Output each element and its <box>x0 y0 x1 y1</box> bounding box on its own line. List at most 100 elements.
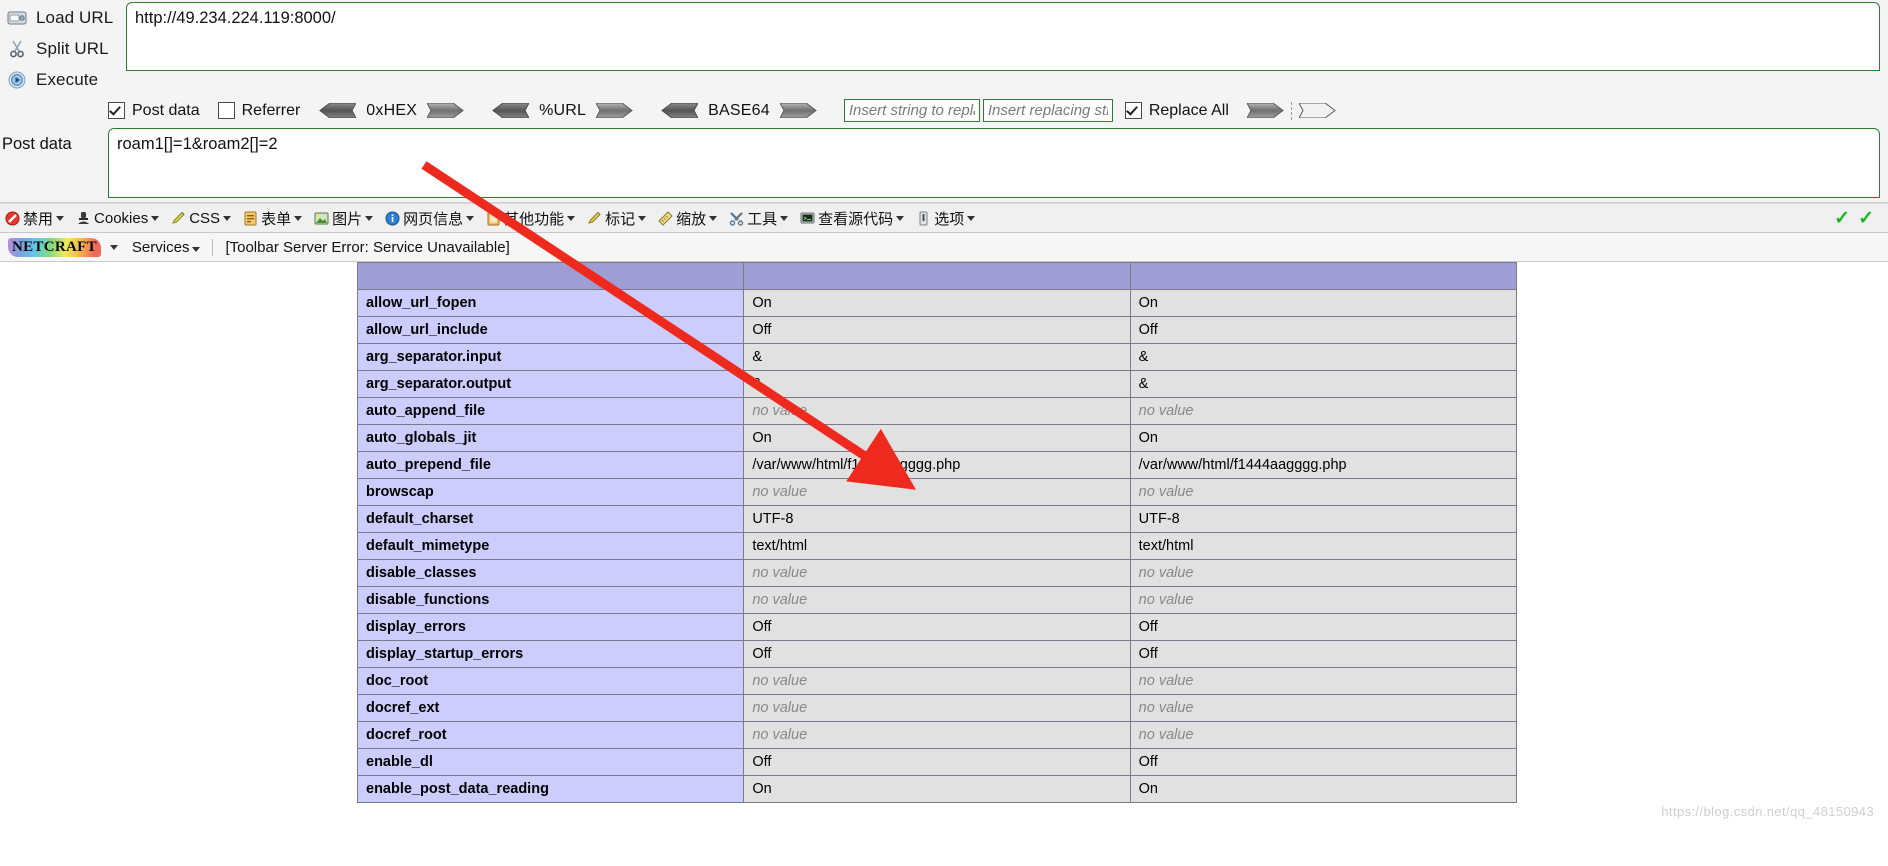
netcraft-services-menu[interactable]: Services <box>132 239 201 256</box>
devbar-item-information[interactable]: 网页信息 <box>384 208 475 229</box>
table-row: allow_url_include Off Off <box>356 316 1518 344</box>
directive-name-cell: display_startup_errors <box>356 640 745 668</box>
table-row: enable_post_data_reading On On <box>356 775 1518 803</box>
directive-name-cell: arg_separator.output <box>356 370 745 398</box>
url-row: Load URL Split URL Execute http://49.234… <box>0 0 1888 95</box>
master-value-cell: Off <box>1129 316 1518 344</box>
master-value-cell: On <box>1129 289 1518 317</box>
devbar-label-outline: 标记 <box>605 210 636 228</box>
table-row: display_startup_errors Off Off <box>356 640 1518 668</box>
devbar-item-viewsource[interactable]: 查看源代码 <box>799 208 905 229</box>
url-input[interactable]: http://49.234.224.119:8000/ <box>126 2 1880 71</box>
netcraft-logo: NETCRAFT <box>8 237 101 257</box>
table-row: doc_root no value no value <box>356 667 1518 695</box>
referrer-checkbox[interactable]: Referrer <box>217 102 300 120</box>
url-encode-icon[interactable] <box>595 102 634 119</box>
table-row: arg_separator.output & & <box>356 370 1518 398</box>
cookies-icon <box>75 210 91 226</box>
base64-encode-icon[interactable] <box>778 102 818 119</box>
chevron-down-icon[interactable] <box>109 244 118 250</box>
local-value-cell: no value <box>743 694 1131 722</box>
execute-icon <box>6 69 28 91</box>
devbar-label-options: 选项 <box>934 210 965 228</box>
master-value-cell: On <box>1129 775 1518 803</box>
devbar-item-options[interactable]: 选项 <box>915 208 976 229</box>
devbar-item-disable[interactable]: 禁用 <box>4 208 65 229</box>
local-value-cell: & <box>743 370 1131 398</box>
table-row: default_charset UTF-8 UTF-8 <box>356 505 1518 533</box>
header-cell-local <box>743 262 1131 290</box>
url-decode-icon[interactable] <box>491 102 530 119</box>
directive-name-cell: docref_ext <box>356 694 745 722</box>
master-value-cell: Off <box>1129 748 1518 776</box>
chevron-down-icon <box>567 215 576 221</box>
post-data-checkbox[interactable]: Post data <box>108 102 200 120</box>
master-value-cell: no value <box>1129 721 1518 749</box>
devbar-label-misc: 其他功能 <box>504 210 565 228</box>
hackbar-options-row: Post data Referrer 0xHEX %URL BASE64 Ins… <box>0 95 1888 126</box>
devbar-label-css: CSS <box>189 209 221 227</box>
devbar-item-cookies[interactable]: Cookies <box>75 209 160 227</box>
local-value-cell: no value <box>743 721 1131 749</box>
hex-label: 0xHEX <box>366 101 418 119</box>
master-value-cell: & <box>1129 343 1518 371</box>
directive-name-cell: auto_prepend_file <box>356 451 745 479</box>
check-icon[interactable]: ✓ <box>1858 209 1874 228</box>
hex-decode-icon[interactable] <box>318 102 358 119</box>
devbar-item-images[interactable]: 图片 <box>313 208 374 229</box>
base64-encoder-group: BASE64 <box>660 102 818 120</box>
local-value-cell: /var/www/html/f1444aagggg.php <box>743 451 1131 479</box>
master-value-cell: no value <box>1129 586 1518 614</box>
post-data-checkbox-box[interactable] <box>108 102 125 119</box>
chevron-down-icon <box>223 215 232 221</box>
devbar-label-information: 网页信息 <box>403 210 464 228</box>
devbar-item-resize[interactable]: 缩放 <box>657 208 718 229</box>
split-url-label: Split URL <box>36 38 109 58</box>
load-url-button[interactable]: Load URL <box>0 2 124 33</box>
local-value-cell: Off <box>743 748 1131 776</box>
devbar-item-forms[interactable]: 表单 <box>242 208 303 229</box>
table-row: browscap no value no value <box>356 478 1518 506</box>
local-value-cell: no value <box>743 586 1131 614</box>
replace-all-checkbox[interactable]: Replace All <box>1124 101 1229 120</box>
execute-button[interactable]: Execute <box>0 64 124 95</box>
devbar-item-outline[interactable]: 标记 <box>586 208 647 229</box>
replace-apply-icon[interactable] <box>1246 102 1285 119</box>
chevron-down-icon <box>365 215 374 221</box>
tools-icon <box>728 210 744 226</box>
post-data-input[interactable]: roam1[]=1&roam2[]=2 <box>108 128 1880 198</box>
replace-to-input[interactable] <box>982 99 1113 122</box>
post-data-checkbox-label: Post data <box>132 101 200 119</box>
info-icon <box>384 210 400 226</box>
viewsource-icon <box>799 210 815 226</box>
base64-label: BASE64 <box>708 101 770 119</box>
replace-from-input[interactable] <box>843 99 980 122</box>
split-url-button[interactable]: Split URL <box>0 33 124 64</box>
devbar-item-css[interactable]: CSS <box>170 209 232 227</box>
toolbar-divider <box>1290 101 1293 120</box>
hex-encode-icon[interactable] <box>426 102 465 119</box>
devbar-label-forms: 表单 <box>261 210 292 228</box>
split-url-icon <box>6 38 28 60</box>
chevron-down-icon <box>896 215 905 221</box>
devbar-label-cookies: Cookies <box>94 209 149 227</box>
replace-all-checkbox-box[interactable] <box>1124 102 1142 119</box>
chevron-down-icon <box>967 215 976 221</box>
table-row: disable_functions no value no value <box>356 586 1518 614</box>
local-value-cell: On <box>743 424 1131 452</box>
post-data-row: Post data roam1[]=1&roam2[]=2 <box>0 126 1888 202</box>
check-icon[interactable]: ✓ <box>1834 209 1850 228</box>
chevron-down-icon <box>780 215 789 221</box>
url-encoder-group: %URL <box>491 102 634 120</box>
hex-encoder-group: 0xHEX <box>318 102 465 120</box>
table-row: arg_separator.input & & <box>356 343 1518 371</box>
referrer-checkbox-box[interactable] <box>217 102 235 119</box>
master-value-cell: Off <box>1129 613 1518 641</box>
base64-decode-icon[interactable] <box>660 102 699 119</box>
devbar-item-misc[interactable]: 其他功能 <box>485 208 576 229</box>
directive-name-cell: default_mimetype <box>356 532 745 560</box>
local-value-cell: On <box>743 775 1131 803</box>
replace-all-checkbox-label: Replace All <box>1148 101 1229 119</box>
replace-revert-icon[interactable] <box>1298 102 1337 119</box>
devbar-item-tools[interactable]: 工具 <box>728 208 789 229</box>
